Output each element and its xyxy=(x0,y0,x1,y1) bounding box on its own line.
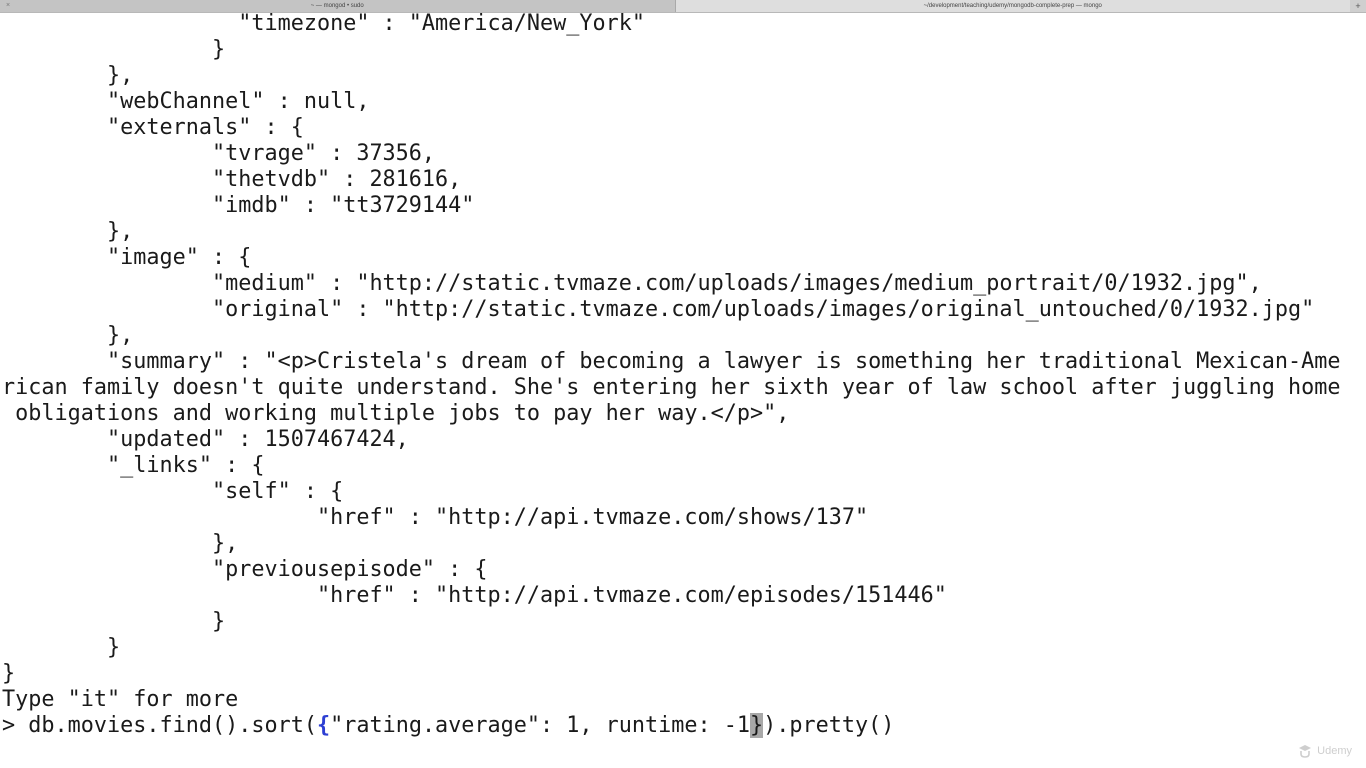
output-line: "self" : { xyxy=(2,479,344,504)
output-line: "thetvdb" : 281616, xyxy=(2,167,462,192)
output-line: "_links" : { xyxy=(2,453,265,478)
udemy-logo-icon xyxy=(1299,745,1312,758)
command-text-end: ).pretty() xyxy=(763,713,895,738)
output-line: "updated" : 1507467424, xyxy=(2,427,409,452)
output-line: "webChannel" : null, xyxy=(2,89,370,114)
output-line: "tvrage" : 37356, xyxy=(2,141,436,166)
text-cursor: } xyxy=(750,713,764,738)
output-line: "medium" : "http://static.tvmaze.com/upl… xyxy=(2,271,1262,296)
output-line: "summary" : "<p>Cristela's dream of beco… xyxy=(2,349,1341,374)
terminal-window: × ~ — mongod • sudo ~/development/teachi… xyxy=(0,0,1366,768)
output-line: Type "it" for more xyxy=(2,687,239,712)
output-line: } xyxy=(2,37,226,62)
watermark-text: Udemy xyxy=(1317,745,1352,757)
tab-label: ~/development/teaching/udemy/mongodb-com… xyxy=(923,3,1102,9)
prompt-symbol: > xyxy=(2,713,29,738)
udemy-watermark: Udemy xyxy=(1296,744,1352,758)
output-line: obligations and working multiple jobs to… xyxy=(2,401,790,426)
output-line: } xyxy=(2,661,16,686)
matched-brace: { xyxy=(316,713,331,738)
output-line: }, xyxy=(2,63,134,88)
output-line: "href" : "http://api.tvmaze.com/episodes… xyxy=(2,583,947,608)
command-text-middle: "rating.average": 1, runtime: -1 xyxy=(330,713,751,738)
output-line: rican family doesn't quite understand. S… xyxy=(2,375,1341,400)
output-line: "timezone" : "America/New_York" xyxy=(2,11,646,36)
output-line: "href" : "http://api.tvmaze.com/shows/13… xyxy=(2,505,869,530)
output-line: }, xyxy=(2,323,134,348)
output-lines: "timezone" : "America/New_York" } }, "we… xyxy=(2,11,1366,713)
command-text-start: db.movies.find().sort( xyxy=(28,713,317,738)
output-line: } xyxy=(2,609,226,634)
output-line: "image" : { xyxy=(2,245,252,270)
terminal-output[interactable]: "timezone" : "America/New_York" } }, "we… xyxy=(2,11,1366,768)
command-line[interactable]: > db.movies.find().sort({"rating.average… xyxy=(2,713,1366,739)
output-line: }, xyxy=(2,219,134,244)
output-line: "imdb" : "tt3729144" xyxy=(2,193,475,218)
output-line: "previousepisode" : { xyxy=(2,557,488,582)
output-line: } xyxy=(2,635,121,660)
output-line: }, xyxy=(2,531,239,556)
output-line: "externals" : { xyxy=(2,115,304,140)
output-line: "original" : "http://static.tvmaze.com/u… xyxy=(2,297,1315,322)
tab-label: ~ — mongod • sudo xyxy=(310,3,364,9)
